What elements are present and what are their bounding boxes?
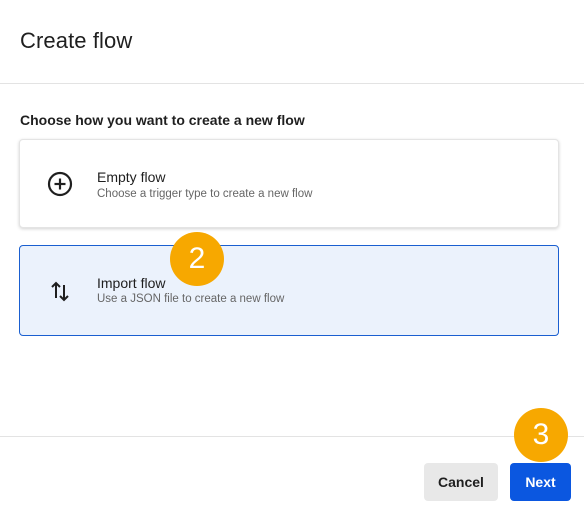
dialog-title: Create flow [20, 28, 133, 53]
next-button[interactable]: Next [510, 463, 571, 501]
option-empty-flow-description: Choose a trigger type to create a new fl… [97, 188, 313, 200]
step-3-badge: 3 [514, 408, 568, 462]
option-import-flow[interactable]: Import flow Use a JSON file to create a … [19, 245, 559, 336]
option-empty-flow-title: Empty flow [97, 169, 166, 185]
plus-circle-icon [46, 170, 74, 198]
option-import-flow-description: Use a JSON file to create a new flow [97, 293, 285, 305]
step-2-badge: 2 [170, 232, 224, 286]
option-empty-flow[interactable]: Empty flow Choose a trigger type to crea… [19, 139, 559, 228]
dialog-header: Create flow [0, 0, 584, 84]
option-import-flow-title: Import flow [97, 275, 166, 291]
cancel-button[interactable]: Cancel [424, 463, 498, 501]
swap-vertical-icon [46, 277, 74, 305]
create-method-prompt: Choose how you want to create a new flow [20, 112, 305, 128]
create-flow-dialog: Create flow Choose how you want to creat… [0, 0, 584, 523]
